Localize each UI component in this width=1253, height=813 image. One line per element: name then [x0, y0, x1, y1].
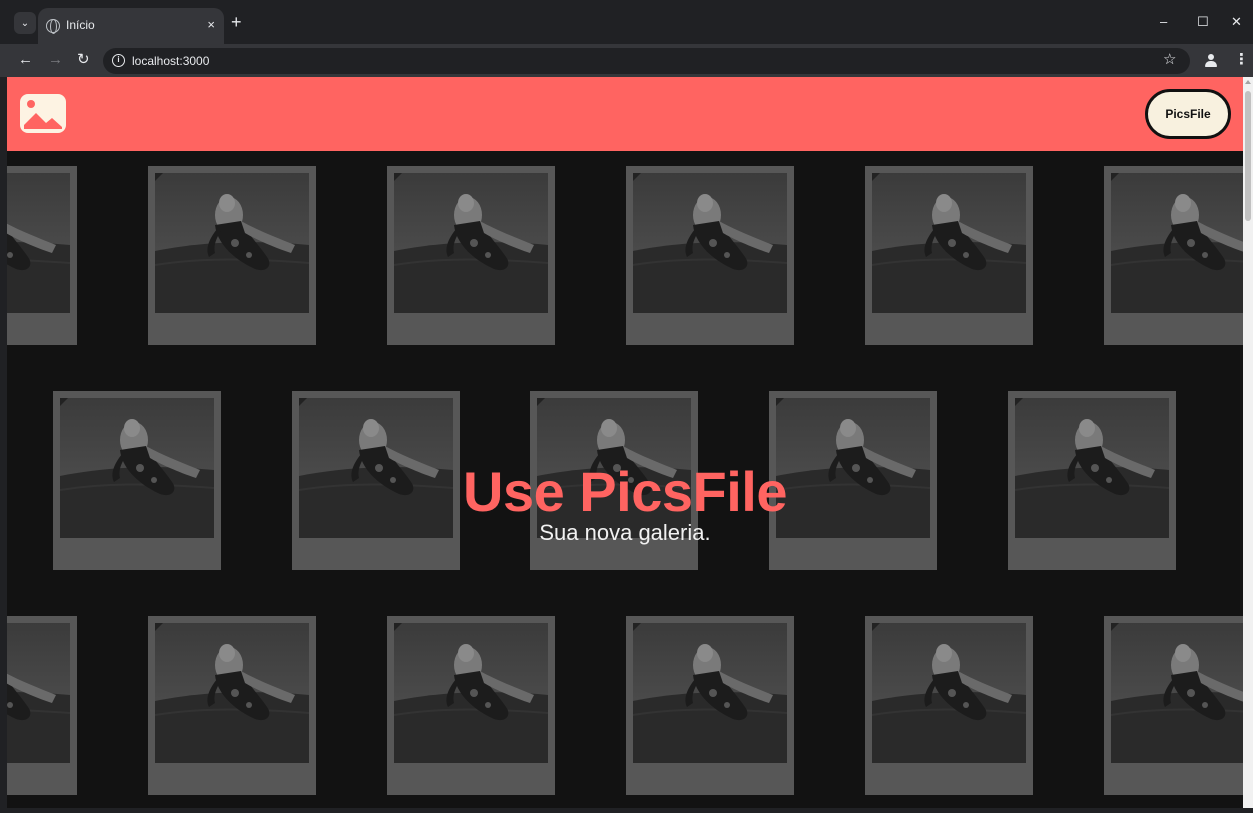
- scroll-up-icon[interactable]: [1245, 80, 1251, 84]
- skydiver-photo: [633, 623, 787, 763]
- tab-strip: ⌄ Início × + – ☐ ✕: [0, 0, 1253, 44]
- polaroid-card: [387, 616, 555, 795]
- address-bar[interactable]: i localhost:3000: [103, 48, 1190, 74]
- hero-title: Use PicsFile: [463, 460, 787, 523]
- skydiver-photo: [633, 173, 787, 313]
- globe-icon: [46, 19, 60, 34]
- hero-subtitle: Sua nova galeria.: [539, 520, 711, 545]
- polaroid-card: [7, 616, 77, 795]
- polaroid-card: [148, 166, 316, 345]
- bookmark-star-icon[interactable]: ☆: [1163, 50, 1176, 70]
- profile-icon[interactable]: [1204, 54, 1218, 68]
- page-viewport: PicsFile Use PicsFile Sua nova galeria.: [7, 77, 1243, 808]
- tab-close-button[interactable]: ×: [207, 16, 215, 34]
- skydiver-photo: [7, 173, 70, 313]
- polaroid-card: [1104, 616, 1243, 795]
- chevron-down-icon: ⌄: [20, 17, 30, 29]
- polaroid-card: [626, 616, 794, 795]
- polaroid-card: [1104, 166, 1243, 345]
- scrollbar-thumb[interactable]: [1245, 91, 1251, 221]
- browser-window: ⌄ Início × + – ☐ ✕ ← → ↻ i localhost:300…: [0, 0, 1253, 813]
- close-window-button[interactable]: ✕: [1231, 13, 1242, 31]
- skydiver-photo: [155, 623, 309, 763]
- polaroid-card: [865, 616, 1033, 795]
- forward-button[interactable]: →: [48, 50, 63, 70]
- skydiver-photo: [394, 623, 548, 763]
- site-header: PicsFile: [7, 77, 1243, 151]
- site-info-icon[interactable]: i: [112, 54, 125, 67]
- image-icon[interactable]: [20, 94, 66, 133]
- tab-title: Início: [66, 18, 95, 32]
- tab-search-button[interactable]: ⌄: [14, 12, 36, 34]
- polaroid-card: [387, 166, 555, 345]
- skydiver-photo: [1111, 173, 1243, 313]
- skydiver-photo: [394, 173, 548, 313]
- url-text[interactable]: localhost:3000: [132, 54, 209, 68]
- polaroid-card: [865, 166, 1033, 345]
- polaroid-card: [148, 616, 316, 795]
- minimize-button[interactable]: –: [1160, 13, 1167, 31]
- tab-inicio[interactable]: Início ×: [38, 8, 224, 44]
- skydiver-photo: [872, 623, 1026, 763]
- skydiver-photo: [155, 173, 309, 313]
- polaroid-card: [7, 166, 77, 345]
- skydiver-photo: [1111, 623, 1243, 763]
- skydiver-photo: [7, 623, 70, 763]
- skydiver-photo: [872, 173, 1026, 313]
- browser-toolbar: ← → ↻ i localhost:3000 ☆ ⋮: [0, 44, 1253, 77]
- picsfile-button[interactable]: PicsFile: [1145, 89, 1231, 139]
- back-button[interactable]: ←: [18, 50, 33, 70]
- page-scrollbar[interactable]: [1243, 77, 1253, 808]
- new-tab-button[interactable]: +: [231, 12, 242, 32]
- maximize-button[interactable]: ☐: [1197, 13, 1209, 31]
- browser-menu-button[interactable]: ⋮: [1234, 50, 1249, 70]
- hero: Use PicsFile Sua nova galeria.: [7, 461, 1243, 547]
- polaroid-card: [626, 166, 794, 345]
- reload-button[interactable]: ↻: [77, 50, 90, 70]
